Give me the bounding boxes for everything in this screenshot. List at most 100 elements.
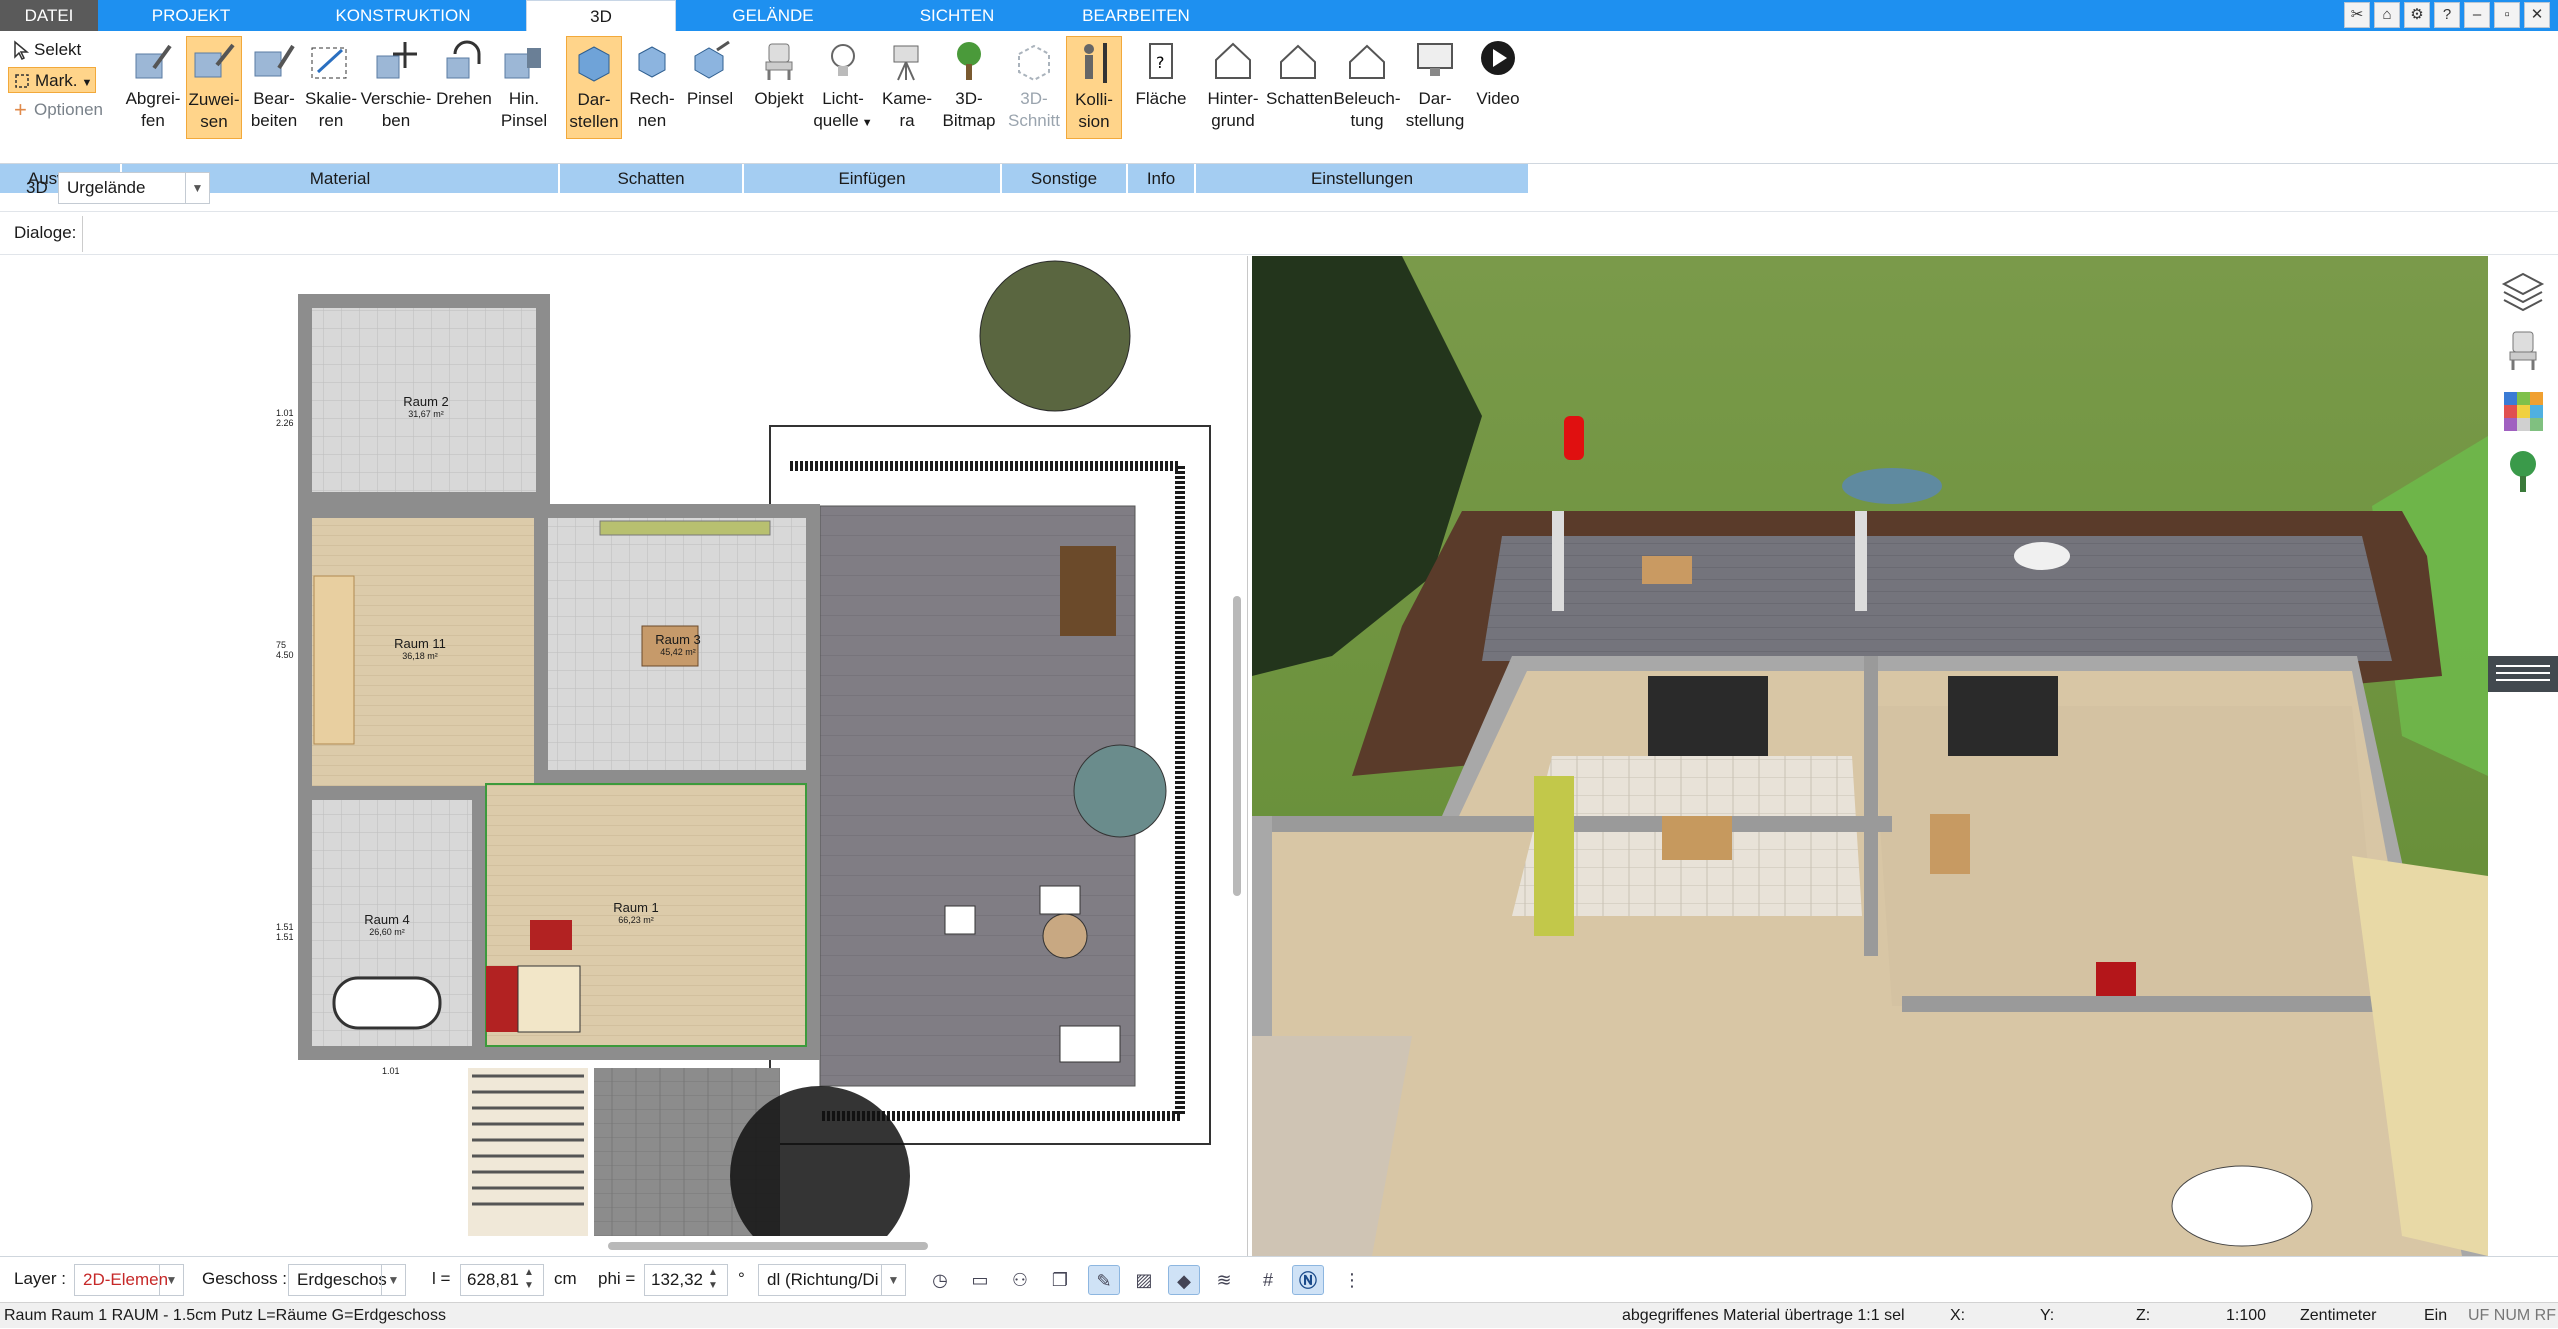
umbrella-3d — [1842, 468, 1942, 504]
layers-icon[interactable] — [2498, 266, 2548, 316]
optionen-button[interactable]: + Optionen — [8, 97, 103, 123]
verschieben-label2: ben — [381, 111, 411, 130]
floor-plan-2d[interactable]: Raum 2 31,67 m² Raum 11 36,18 m² Raum 3 45,… — [0, 256, 1248, 1256]
tab-3d[interactable]: 3D — [526, 0, 676, 31]
3d-view[interactable] — [1252, 256, 2488, 1256]
status-x: X: — [1950, 1307, 1966, 1324]
tab-sichten[interactable]: SICHTEN — [880, 0, 1034, 31]
skalieren-button[interactable]: Skalie- ren — [304, 36, 358, 139]
darstellen-label2: stellen — [569, 112, 619, 131]
status-z: Z: — [2136, 1307, 2151, 1324]
tab-konstruktion[interactable]: KONSTRUKTION — [300, 0, 506, 31]
direction-select[interactable]: dl (Richtung/Di ▼ — [758, 1264, 906, 1296]
terrain-select[interactable]: Urgelände ▼ — [58, 172, 210, 204]
objekt-button[interactable]: Objekt — [748, 36, 810, 139]
tab-bearbeiten[interactable]: BEARBEITEN — [1046, 0, 1226, 31]
kamera-label: Kame- — [881, 89, 933, 108]
drehen-button[interactable]: Drehen — [434, 36, 494, 139]
play-icon — [1481, 41, 1515, 75]
window — [1648, 676, 1768, 756]
red-sofa — [486, 966, 520, 1032]
home-icon[interactable]: ⌂ — [2374, 2, 2400, 28]
svg-text:?: ? — [1156, 53, 1165, 72]
plan-vscroll-thumb[interactable] — [1233, 596, 1241, 896]
right-toolbar — [2488, 256, 2558, 1256]
bathtub — [332, 976, 442, 1030]
pinsel-label: Pinsel — [686, 89, 734, 108]
hin-pinsel-label2: Pinsel — [500, 111, 548, 130]
hatch-icon[interactable]: ▨ — [1128, 1265, 1160, 1295]
minimize-icon[interactable]: – — [2464, 2, 2490, 28]
hintergrund-button[interactable]: Hinter- grund — [1200, 36, 1266, 139]
bearbeiten-button[interactable]: Bear- beiten — [244, 36, 304, 139]
walk-icon[interactable]: ⚇ — [1004, 1265, 1036, 1295]
chair-icon[interactable] — [2498, 326, 2548, 376]
settings-icon[interactable]: ⚙ — [2404, 2, 2430, 28]
abgreifen-button[interactable]: Abgrei- fen — [122, 36, 184, 139]
dining-table-3d — [1662, 816, 1732, 860]
room-label-raum-2: Raum 2 31,67 m² — [396, 394, 456, 419]
chevron-down-icon: ▼ — [881, 1265, 905, 1295]
layer-select[interactable]: 2D-Elemen ▼ — [74, 1264, 184, 1296]
background-house-icon — [1215, 42, 1251, 79]
copy-icon[interactable]: ❐ — [1044, 1265, 1076, 1295]
kitchen-counter — [599, 520, 771, 536]
monitor-icon[interactable]: ▭ — [964, 1265, 996, 1295]
tab-gelaende[interactable]: GELÄNDE — [700, 0, 846, 31]
tab-datei[interactable]: DATEI — [0, 0, 98, 31]
zuweisen-button[interactable]: Zuwei- sen — [186, 36, 242, 139]
dim-label: 4.50 — [276, 650, 294, 660]
hin-pinsel-button[interactable]: Hin. Pinsel — [494, 36, 554, 139]
tree-top — [979, 260, 1131, 412]
terrain-value: Urgelände — [67, 178, 146, 197]
mark-button[interactable]: Mark. ▼ — [8, 67, 96, 93]
clock-icon[interactable]: ◷ — [924, 1265, 956, 1295]
phi-spinner-icon[interactable]: ▲ ▼ — [708, 1266, 718, 1292]
chevron-down-icon: ▼ — [381, 1265, 405, 1295]
selekt-button[interactable]: Selekt — [8, 37, 81, 63]
chair-object-icon — [765, 43, 793, 80]
dim-label: 1.01 — [382, 1066, 400, 1076]
edit-material-icon — [254, 44, 295, 77]
tools-icon[interactable]: ✂ — [2344, 2, 2370, 28]
schatten-settings-label: Schatten — [1266, 89, 1334, 108]
plan-hscroll-thumb[interactable] — [608, 1242, 928, 1250]
pinsel-button[interactable]: Pinsel — [682, 36, 738, 139]
geschoss-select[interactable]: Erdgeschos ▼ — [288, 1264, 406, 1296]
schatten-settings-button[interactable]: Schatten — [1266, 36, 1334, 139]
stairs — [313, 575, 355, 745]
verschieben-button[interactable]: Verschie- ben — [358, 36, 434, 139]
window — [1948, 676, 2058, 756]
kamera-button[interactable]: Kame- ra — [876, 36, 938, 139]
room-label-raum-3: Raum 3 45,42 m² — [648, 632, 708, 657]
restore-icon[interactable]: ▫ — [2494, 2, 2520, 28]
plus-icon: + — [14, 97, 27, 122]
close-icon[interactable]: ✕ — [2524, 2, 2550, 28]
pencil-icon[interactable]: ✎ — [1088, 1265, 1120, 1295]
darstellung-button[interactable]: Dar- stellung — [1404, 36, 1466, 139]
room-area: 31,67 m² — [408, 409, 444, 419]
tab-projekt[interactable]: PROJEKT — [118, 0, 264, 31]
video-button[interactable]: Video — [1468, 36, 1528, 139]
grid-icon[interactable]: # — [1252, 1265, 1284, 1295]
beleuchtung-label: Beleuch- — [1333, 89, 1401, 108]
beleuchtung-button[interactable]: Beleuch- tung — [1332, 36, 1402, 139]
darstellen-button[interactable]: Dar- stellen — [566, 36, 622, 139]
layer-fill-icon[interactable]: ◆ — [1168, 1265, 1200, 1295]
sidebar-toggle[interactable] — [2488, 656, 2558, 692]
wave-icon[interactable]: ≋ — [1208, 1265, 1240, 1295]
3d-schnitt-button[interactable]: 3D- Schnitt — [1004, 36, 1064, 139]
north-icon[interactable]: Ⓝ — [1292, 1265, 1324, 1295]
beleuchtung-label2: tung — [1350, 111, 1384, 130]
more-icon[interactable]: ⋮ — [1336, 1265, 1368, 1295]
rechnen-button[interactable]: Rech- nen — [624, 36, 680, 139]
material-palette-icon[interactable] — [2498, 386, 2548, 436]
length-spinner-icon[interactable]: ▲ ▼ — [524, 1266, 534, 1292]
flaeche-button[interactable]: ? Fläche — [1130, 36, 1192, 139]
kollision-button[interactable]: Kolli- sion — [1066, 36, 1122, 139]
lichtquelle-button[interactable]: Licht- quelle ▼ — [812, 36, 874, 139]
3d-bitmap-button[interactable]: 3D- Bitmap — [938, 36, 1000, 139]
help-icon[interactable]: ? — [2434, 2, 2460, 28]
tree-icon[interactable] — [2498, 446, 2548, 496]
chevron-down-icon: ▼ — [81, 77, 93, 89]
